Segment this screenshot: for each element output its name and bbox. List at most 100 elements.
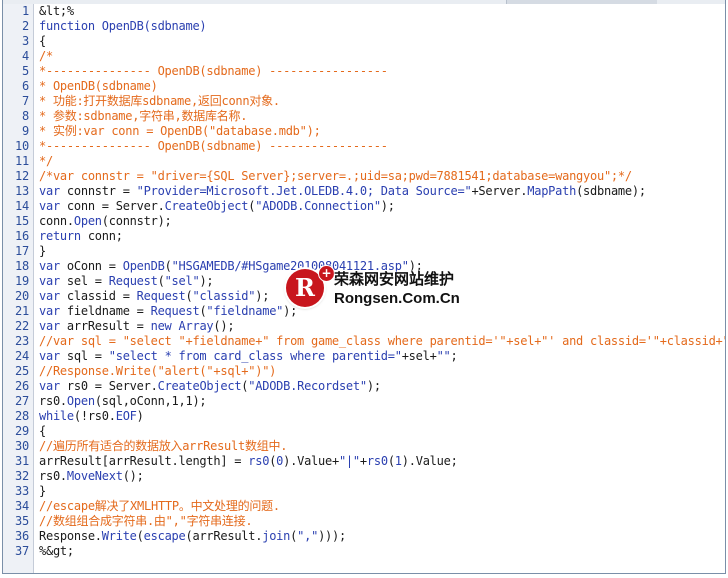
line-number: 24 (15, 349, 29, 363)
code-text: function OpenDB(sdbname) (39, 19, 207, 33)
line-number: 28 (15, 409, 29, 423)
code-line[interactable]: 28 while(!rs0.EOF) (3, 409, 725, 424)
code-text: while(!rs0.EOF) (39, 409, 144, 423)
code-text: //var sql = "select "+fieldname+" from g… (39, 334, 726, 348)
line-number: 21 (15, 304, 29, 318)
line-number: 9 (22, 124, 29, 138)
code-text: conn.Open(connstr); (39, 214, 172, 228)
code-line[interactable]: 34 //escape解决了XMLHTTP。中文处理的问题. (3, 499, 725, 514)
code-text: *--------------- OpenDB(sdbname) -------… (39, 139, 388, 153)
code-line[interactable]: 12 /*var connstr = "driver={SQL Server};s… (3, 169, 725, 184)
line-number: 25 (15, 364, 29, 378)
code-line[interactable]: 37 %&gt; (3, 544, 725, 559)
line-number: 18 (15, 259, 29, 273)
line-number: 5 (22, 64, 29, 78)
code-text: { (39, 424, 46, 438)
code-line[interactable]: 23 //var sql = "select "+fieldname+" from… (3, 334, 725, 349)
line-number: 36 (15, 529, 29, 543)
code-text: * 参数:sdbname,字符串,数据库名称. (39, 109, 248, 123)
line-number: 3 (22, 34, 29, 48)
code-line[interactable]: 3{ (3, 34, 725, 49)
code-text: * OpenDB(sdbname) (39, 79, 158, 93)
line-number: 10 (15, 139, 29, 153)
line-number: 37 (15, 544, 29, 558)
code-text: //escape解决了XMLHTTP。中文处理的问题. (39, 499, 280, 513)
line-number: 27 (15, 394, 29, 408)
code-line[interactable]: 32 rs0.MoveNext(); (3, 469, 725, 484)
code-line[interactable]: 4 /* (3, 49, 725, 64)
code-line[interactable]: 36 Response.Write(escape(arrResult.join("… (3, 529, 725, 544)
code-text: var fieldname = Request("fieldname"); (39, 304, 298, 318)
code-line[interactable]: 9 * 实例:var conn = OpenDB("database.mdb"); (3, 124, 725, 139)
code-text: //遍历所有适合的数据放入arrResult数组中. (39, 439, 288, 453)
code-text: *--------------- OpenDB(sdbname) -------… (39, 64, 388, 78)
code-text: /*var connstr = "driver={SQL Server};ser… (39, 169, 632, 183)
line-number: 14 (15, 199, 29, 213)
code-text: var arrResult = new Array(); (39, 319, 235, 333)
line-number: 33 (15, 484, 29, 498)
code-text: %&gt; (39, 544, 74, 558)
line-number: 20 (15, 289, 29, 303)
code-line[interactable]: 33} (3, 484, 725, 499)
line-number: 16 (15, 229, 29, 243)
code-text: */ (39, 154, 53, 168)
line-number: 31 (15, 454, 29, 468)
code-line[interactable]: 26 var rs0 = Server.CreateObject("ADODB.R… (3, 379, 725, 394)
code-line[interactable]: 29 { (3, 424, 725, 439)
code-text: * 实例:var conn = OpenDB("database.mdb"); (39, 124, 321, 138)
code-text: var sel = Request("sel"); (39, 274, 214, 288)
code-line[interactable]: 25 //Response.Write("alert("+sql+")") (3, 364, 725, 379)
code-text: return conn; (39, 229, 123, 243)
code-line[interactable]: 15 conn.Open(connstr); (3, 214, 725, 229)
line-number: 4 (22, 49, 29, 63)
code-text: var connstr = "Provider=Microsoft.Jet.OL… (39, 184, 646, 198)
code-line[interactable]: 14 var conn = Server.CreateObject("ADODB.… (3, 199, 725, 214)
code-text: } (39, 484, 46, 498)
watermark-english-name: Rongsen.Com.Cn (334, 290, 460, 307)
line-number: 17 (15, 244, 29, 258)
code-line[interactable]: 24 var sql = "select * from card_class wh… (3, 349, 725, 364)
code-text: rs0.Open(sql,oConn,1,1); (39, 394, 207, 408)
code-text: var classid = Request("classid"); (39, 289, 270, 303)
code-line[interactable]: 10 *--------------- OpenDB(sdbname) -----… (3, 139, 725, 154)
code-text: arrResult[arrResult.length] = rs0(0).Val… (39, 454, 458, 468)
code-text: Response.Write(escape(arrResult.join(","… (39, 529, 346, 543)
code-text: &lt;% (39, 4, 74, 18)
code-text: //Response.Write("alert("+sql+")") (39, 364, 277, 378)
code-line[interactable]: 30 //遍历所有适合的数据放入arrResult数组中. (3, 439, 725, 454)
code-line[interactable]: 35 //数组组合成字符串.由","字符串连接. (3, 514, 725, 529)
code-text: /* (39, 49, 53, 63)
code-line[interactable]: 7 * 功能:打开数据库sdbname,返回conn对象. (3, 94, 725, 109)
code-text: } (39, 244, 46, 258)
code-text: var sql = "select * from card_class wher… (39, 349, 458, 363)
code-line[interactable]: 8 * 参数:sdbname,字符串,数据库名称. (3, 109, 725, 124)
code-line[interactable]: 6 * OpenDB(sdbname) (3, 79, 725, 94)
line-number: 35 (15, 514, 29, 528)
code-line[interactable]: 16 return conn; (3, 229, 725, 244)
line-number: 7 (22, 94, 29, 108)
code-line[interactable]: 5 *--------------- OpenDB(sdbname) ------… (3, 64, 725, 79)
line-number: 30 (15, 439, 29, 453)
code-line[interactable]: 27 rs0.Open(sql,oConn,1,1); (3, 394, 725, 409)
line-number: 1 (22, 4, 29, 18)
watermark-chinese-name: 荣森网安网站维护 (334, 270, 455, 288)
code-line[interactable]: 31 arrResult[arrResult.length] = rs0(0).V… (3, 454, 725, 469)
watermark: R + 荣森网安网站维护 Rongsen.Com.Cn (286, 265, 486, 314)
code-line[interactable]: 2 function OpenDB(sdbname) (3, 19, 725, 34)
code-text: //数组组合成字符串.由","字符串连接. (39, 514, 253, 528)
line-number: 6 (22, 79, 29, 93)
line-number: 26 (15, 379, 29, 393)
line-number: 29 (15, 424, 29, 438)
code-text: * 功能:打开数据库sdbname,返回conn对象. (39, 94, 280, 108)
code-line[interactable]: 22 var arrResult = new Array(); (3, 319, 725, 334)
code-line[interactable]: 17} (3, 244, 725, 259)
line-number: 2 (22, 19, 29, 33)
code-line[interactable]: 11 */ (3, 154, 725, 169)
line-number: 11 (15, 154, 29, 168)
code-text: rs0.MoveNext(); (39, 469, 144, 483)
line-number: 8 (22, 109, 29, 123)
code-line[interactable]: 13 var connstr = "Provider=Microsoft.Jet.… (3, 184, 725, 199)
code-line[interactable]: 1 &lt;% (3, 4, 725, 19)
code-text: { (39, 34, 46, 48)
line-number: 12 (15, 169, 29, 183)
